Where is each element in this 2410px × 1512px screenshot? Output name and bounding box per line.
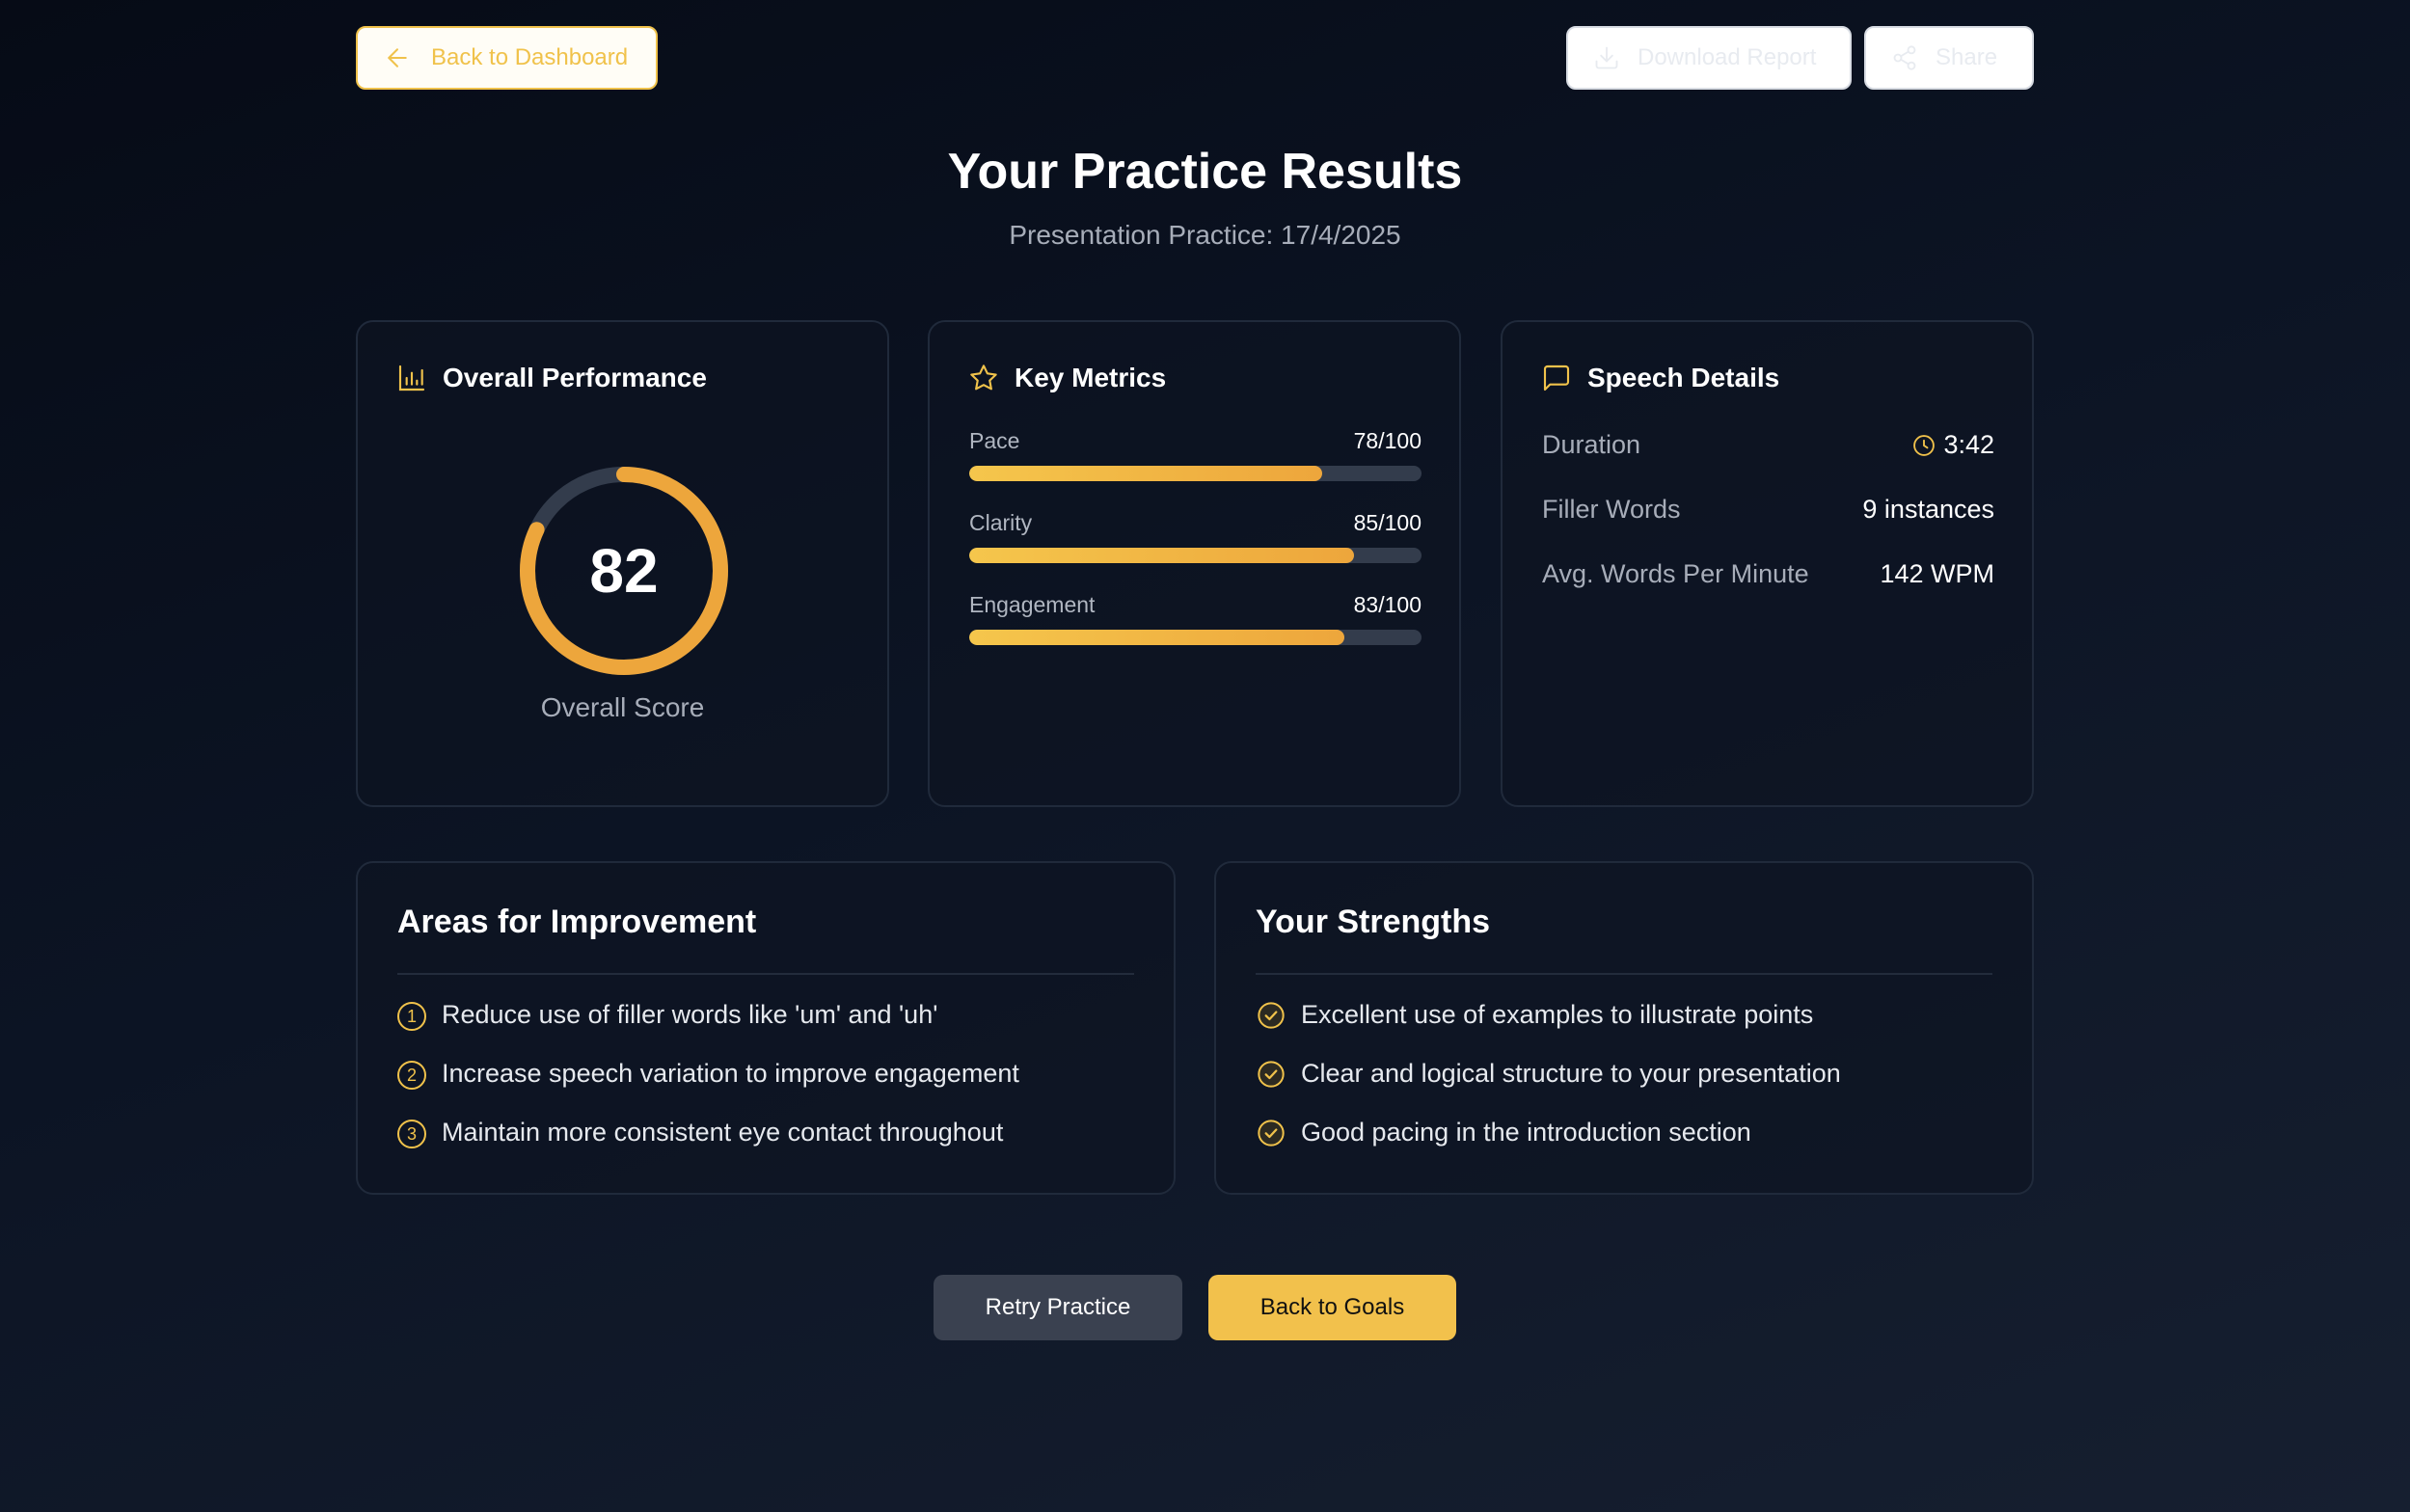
number-badge: 2 [397,1061,426,1090]
metric-bar-track [969,466,1422,481]
clock-icon [1910,432,1937,459]
divider [397,973,1134,975]
message-square-icon [1541,363,1572,393]
detail-name: Avg. Words Per Minute [1542,559,1809,588]
list-item-text: Excellent use of examples to illustrate … [1301,1000,1814,1029]
share-icon [1891,44,1918,71]
list-item: Good pacing in the introduction section [1256,1118,1841,1176]
metric-value: 83/100 [1353,592,1422,617]
list-item-text: Reduce use of filler words like 'um' and… [442,1000,938,1029]
list-item: 3 Maintain more consistent eye contact t… [397,1118,1019,1176]
detail-value: 142 WPM [1880,559,1994,588]
card-header: Speech Details [1541,363,1779,393]
list-item: Excellent use of examples to illustrate … [1256,1000,1841,1059]
detail-value: 3:42 [1943,430,1994,459]
list-item-text: Clear and logical structure to your pres… [1301,1059,1841,1088]
list-item: Clear and logical structure to your pres… [1256,1059,1841,1118]
download-icon [1593,44,1620,71]
list-item: 2 Increase speech variation to improve e… [397,1059,1019,1118]
metric-value: 78/100 [1353,428,1422,453]
key-metrics-heading: Key Metrics [1015,363,1167,392]
check-circle-icon [1256,1059,1286,1090]
strengths-heading: Your Strengths [1256,904,1491,940]
overall-performance-heading: Overall Performance [443,363,707,392]
overall-score-value: 82 [589,536,659,606]
detail-name: Filler Words [1542,495,1681,524]
download-report-button[interactable]: Download Report [1566,26,1852,90]
metric-bar-track [969,548,1422,563]
star-icon [968,363,999,393]
list-item: 1 Reduce use of filler words like 'um' a… [397,1000,1019,1059]
page-title: Your Practice Results [947,144,1463,200]
back-to-goals-button[interactable]: Back to Goals [1208,1275,1456,1340]
back-to-dashboard-button[interactable]: Back to Dashboard [356,26,658,90]
speech-details-card: Speech Details Duration 3:42 Filler Word… [1501,320,2034,807]
metric-engagement: Engagement 83/100 [969,592,1422,645]
list-item-text: Good pacing in the introduction section [1301,1118,1751,1147]
metric-bar-fill [969,548,1354,563]
list-item-text: Increase speech variation to improve eng… [442,1059,1019,1088]
number-badge: 3 [397,1120,426,1148]
areas-for-improvement-card: Areas for Improvement 1 Reduce use of fi… [356,861,1176,1195]
arrow-left-icon [383,43,412,72]
list-item-text: Maintain more consistent eye contact thr… [442,1118,1004,1147]
check-circle-icon [1256,1118,1286,1148]
number-badge: 1 [397,1002,426,1031]
detail-value: 9 instances [1862,495,1994,524]
detail-wpm: Avg. Words Per Minute 142 WPM [1542,559,1994,589]
improvement-heading: Areas for Improvement [397,904,757,940]
improvement-list: 1 Reduce use of filler words like 'um' a… [397,1000,1019,1176]
metric-clarity: Clarity 85/100 [969,510,1422,563]
key-metrics-card: Key Metrics Pace 78/100 Clarity 85/100 E… [928,320,1461,807]
score-gauge: 82 [516,463,732,679]
detail-name: Duration [1542,430,1641,459]
detail-value-wrap: 3:42 [1910,430,1994,460]
card-header: Overall Performance [396,363,707,393]
metric-pace: Pace 78/100 [969,428,1422,481]
speech-details-heading: Speech Details [1587,363,1780,392]
strengths-list: Excellent use of examples to illustrate … [1256,1000,1841,1176]
metric-name: Pace [969,428,1020,453]
your-strengths-card: Your Strengths Excellent use of examples… [1214,861,2034,1195]
metric-bar-fill [969,630,1345,645]
detail-filler-words: Filler Words 9 instances [1542,495,1994,525]
back-to-dashboard-label: Back to Dashboard [431,44,629,70]
overall-performance-card: Overall Performance 82 Overall Score [356,320,889,807]
metric-bar-track [969,630,1422,645]
detail-duration: Duration 3:42 [1542,430,1994,460]
overall-score-label: Overall Score [540,692,705,722]
metric-name: Engagement [969,592,1096,617]
metric-value: 85/100 [1353,510,1422,535]
metric-name: Clarity [969,510,1033,535]
top-bar: Back to Dashboard Download Report Share [356,26,2034,94]
metric-bar-fill [969,466,1322,481]
bar-chart-icon [396,363,427,393]
divider [1256,973,1992,975]
card-header: Key Metrics [968,363,1166,393]
share-button[interactable]: Share [1864,26,2034,90]
retry-practice-button[interactable]: Retry Practice [934,1275,1182,1340]
page-subtitle: Presentation Practice: 17/4/2025 [1009,220,1401,250]
share-label: Share [1936,44,1998,70]
download-report-label: Download Report [1638,44,1817,70]
check-circle-icon [1256,1000,1286,1031]
